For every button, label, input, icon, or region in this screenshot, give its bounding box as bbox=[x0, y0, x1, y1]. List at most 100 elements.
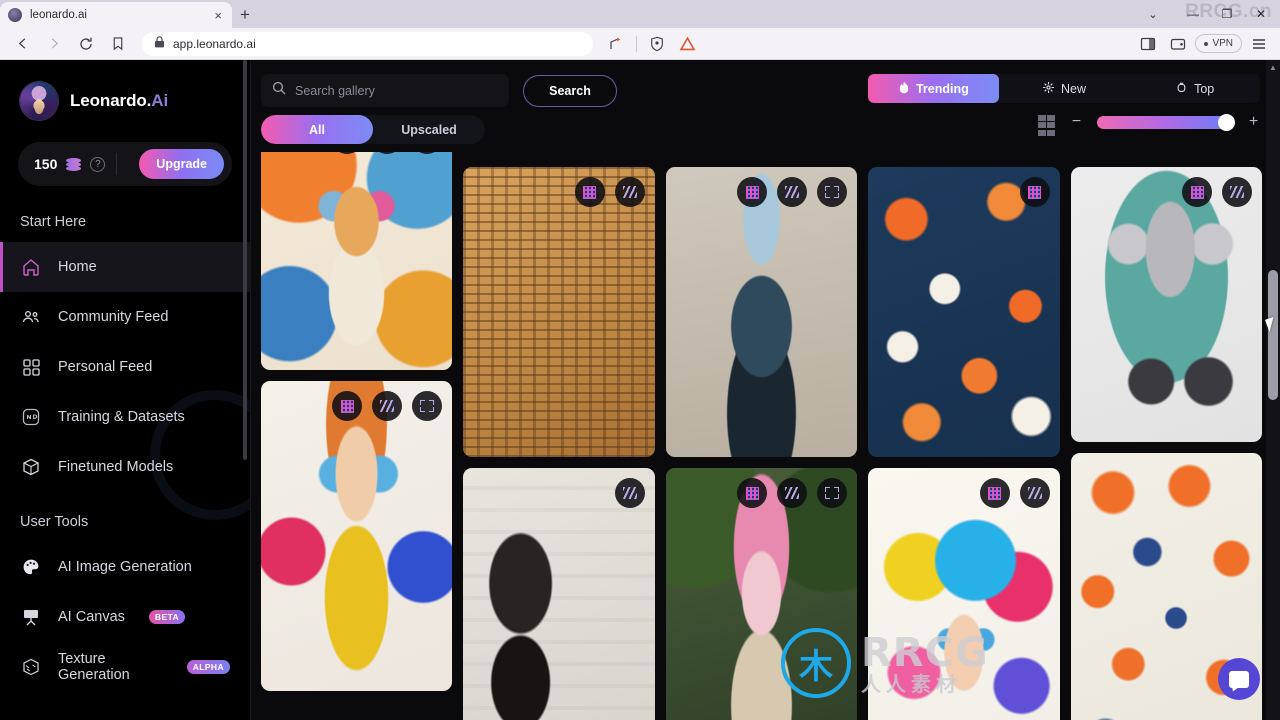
gallery-card[interactable] bbox=[665, 167, 858, 457]
diagonal-lines-icon[interactable] bbox=[372, 152, 403, 154]
scrollbar-thumb[interactable] bbox=[1268, 270, 1278, 400]
tab-new-label: New bbox=[1061, 81, 1087, 96]
diagonal-lines-icon[interactable] bbox=[1019, 478, 1050, 508]
pixel-art-icon[interactable] bbox=[1019, 177, 1050, 207]
address-bar[interactable]: app.leonardo.ai bbox=[142, 31, 594, 56]
gallery-card[interactable] bbox=[868, 167, 1060, 457]
url-text: app.leonardo.ai bbox=[173, 36, 256, 51]
gallery-card[interactable] bbox=[261, 152, 453, 370]
pixel-art-icon[interactable] bbox=[574, 177, 605, 207]
artwork-image bbox=[261, 381, 453, 691]
intercom-chat-button[interactable] bbox=[1218, 658, 1260, 700]
search-button[interactable]: Search bbox=[523, 74, 617, 107]
gallery-column bbox=[261, 152, 453, 720]
leonardo-favicon-icon bbox=[8, 8, 22, 22]
share-icon[interactable] bbox=[603, 31, 629, 57]
brand-name: Leonardo.Ai bbox=[70, 91, 168, 111]
sidebar-scrollbar[interactable] bbox=[243, 60, 247, 460]
expand-icon[interactable] bbox=[412, 152, 443, 154]
expand-icon[interactable] bbox=[817, 478, 848, 508]
tab-trending[interactable]: Trending bbox=[868, 74, 999, 103]
search-field[interactable] bbox=[261, 74, 509, 107]
gallery-card[interactable] bbox=[463, 167, 655, 457]
card-actions bbox=[737, 177, 848, 207]
expand-icon[interactable] bbox=[817, 177, 848, 207]
search-input[interactable] bbox=[295, 83, 498, 98]
sidebar-item-community-feed[interactable]: Community Feed bbox=[0, 292, 250, 342]
bookmark-icon[interactable] bbox=[104, 31, 132, 57]
sidebar-item-texture-generation[interactable]: Texture Generation ALPHA bbox=[0, 642, 250, 692]
view-size-slider[interactable] bbox=[1097, 113, 1235, 131]
wallet-icon[interactable] bbox=[1165, 31, 1191, 57]
browser-tab-strip: leonardo.ai × + ⌄ — ❐ ✕ RRCG.cn bbox=[0, 0, 1280, 28]
vpn-badge[interactable]: VPN bbox=[1195, 34, 1242, 53]
pixel-art-icon[interactable] bbox=[332, 152, 363, 154]
diagonal-lines-icon[interactable] bbox=[1222, 177, 1253, 207]
upgrade-button[interactable]: Upgrade bbox=[139, 149, 224, 179]
sort-tabs: Trending New Top bbox=[868, 74, 1260, 103]
gallery-card[interactable] bbox=[463, 468, 655, 720]
diagonal-lines-icon[interactable] bbox=[777, 478, 808, 508]
page-scrollbar[interactable]: ▲ bbox=[1266, 60, 1280, 720]
view-size-controls: − + bbox=[868, 113, 1260, 136]
minimize-button[interactable]: — bbox=[1176, 1, 1210, 27]
brave-leo-icon[interactable] bbox=[674, 31, 700, 57]
gallery-card[interactable] bbox=[868, 468, 1060, 720]
help-circle-icon[interactable]: ? bbox=[90, 156, 106, 172]
sidebar-item-training-datasets[interactable]: Training & Datasets bbox=[0, 392, 250, 442]
chevron-down-icon[interactable]: ⌄ bbox=[1130, 1, 1176, 27]
hamburger-menu-icon[interactable] bbox=[1246, 31, 1272, 57]
card-actions bbox=[332, 152, 443, 154]
new-tab-button[interactable]: + bbox=[232, 2, 258, 28]
sidebar-item-ai-canvas[interactable]: AI Canvas BETA bbox=[0, 592, 250, 642]
filter-tabs: All Upscaled bbox=[261, 115, 485, 144]
diagonal-lines-icon[interactable] bbox=[614, 478, 645, 508]
sidebar-item-personal-feed[interactable]: Personal Feed bbox=[0, 342, 250, 392]
sidebar-item-ai-image-generation[interactable]: AI Image Generation bbox=[0, 542, 250, 592]
pixel-art-icon[interactable] bbox=[1182, 177, 1213, 207]
close-window-button[interactable]: ✕ bbox=[1244, 1, 1278, 27]
cube-icon bbox=[20, 456, 42, 478]
tab-top[interactable]: Top bbox=[1129, 74, 1260, 103]
diagonal-lines-icon[interactable] bbox=[777, 177, 808, 207]
close-icon[interactable]: × bbox=[212, 9, 224, 22]
lock-icon bbox=[154, 36, 165, 51]
brand[interactable]: Leonardo.Ai bbox=[0, 82, 250, 120]
tab-new[interactable]: New bbox=[999, 74, 1130, 103]
sidebar-item-home[interactable]: Home bbox=[0, 242, 250, 292]
gallery-card[interactable] bbox=[261, 381, 453, 691]
scroll-up-arrow-icon[interactable]: ▲ bbox=[1266, 60, 1280, 74]
expand-icon[interactable] bbox=[412, 391, 443, 421]
diagonal-lines-icon[interactable] bbox=[614, 177, 645, 207]
main-content: Search All Upscaled Trending bbox=[250, 60, 1280, 720]
diagonal-lines-icon[interactable] bbox=[372, 391, 403, 421]
gallery-card[interactable] bbox=[665, 468, 858, 720]
pixel-art-icon[interactable] bbox=[737, 177, 768, 207]
sidebar-item-label: AI Image Generation bbox=[58, 559, 192, 575]
sidebar-item-label: Personal Feed bbox=[58, 359, 153, 375]
browser-tab[interactable]: leonardo.ai × bbox=[0, 2, 232, 28]
sidebar-item-label: AI Canvas bbox=[58, 609, 125, 625]
tab-all[interactable]: All bbox=[261, 115, 373, 144]
slider-knob[interactable] bbox=[1218, 113, 1235, 131]
gallery-grid bbox=[261, 152, 1262, 720]
pixel-art-icon[interactable] bbox=[332, 391, 363, 421]
tab-upscaled[interactable]: Upscaled bbox=[373, 115, 485, 144]
gallery-card[interactable] bbox=[1070, 167, 1262, 442]
forward-icon[interactable] bbox=[40, 31, 68, 57]
pixel-art-icon[interactable] bbox=[737, 478, 768, 508]
maximize-button[interactable]: ❐ bbox=[1210, 1, 1244, 27]
back-icon[interactable] bbox=[8, 31, 36, 57]
zoom-in-button[interactable]: + bbox=[1247, 114, 1260, 130]
grid-squares-icon bbox=[20, 356, 42, 378]
brave-shield-icon[interactable] bbox=[644, 31, 670, 57]
grid-density-icon[interactable] bbox=[1038, 114, 1056, 136]
pixel-art-icon[interactable] bbox=[979, 478, 1010, 508]
zoom-out-button[interactable]: − bbox=[1070, 114, 1083, 130]
reload-icon[interactable] bbox=[72, 31, 100, 57]
leonardo-logo-icon bbox=[20, 82, 58, 120]
sidebar-item-finetuned-models[interactable]: Finetuned Models bbox=[0, 442, 250, 492]
sidebar-toggle-icon[interactable] bbox=[1135, 31, 1161, 57]
flame-icon bbox=[898, 81, 910, 97]
vpn-status-dot bbox=[1204, 41, 1209, 46]
